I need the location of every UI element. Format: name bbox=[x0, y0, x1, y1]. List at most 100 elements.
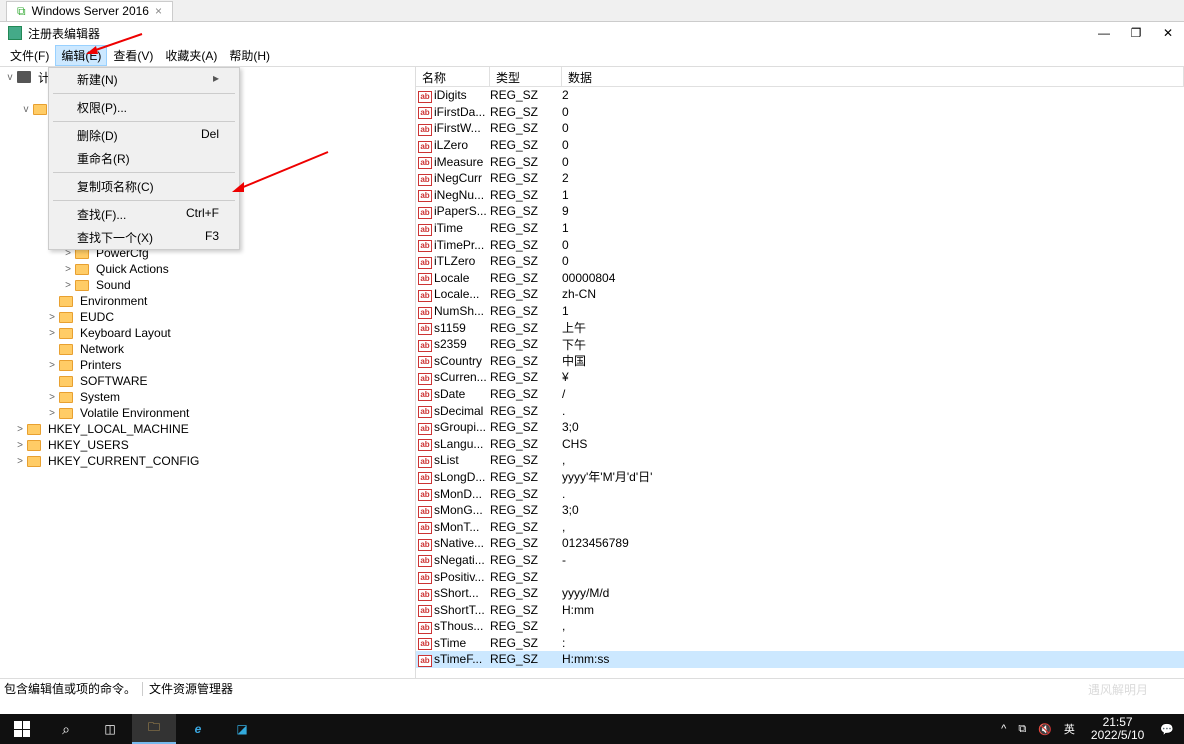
taskbar-clock[interactable]: 21:57 2022/5/10 bbox=[1081, 716, 1154, 742]
tree-item[interactable]: >Sound bbox=[0, 277, 415, 293]
expand-icon[interactable]: > bbox=[46, 408, 58, 419]
list-row[interactable]: abs2359REG_SZ下午 bbox=[416, 336, 1184, 353]
list-row[interactable]: absCountryREG_SZ中国 bbox=[416, 353, 1184, 370]
tree-item[interactable]: > Volatile Environment bbox=[0, 405, 415, 421]
tree-item[interactable]: >HKEY_CURRENT_CONFIG bbox=[0, 453, 415, 469]
list-row[interactable]: abiTLZeroREG_SZ0 bbox=[416, 253, 1184, 270]
list-row[interactable]: absMonT...REG_SZ, bbox=[416, 518, 1184, 535]
menu-favorites[interactable]: 收藏夹(A) bbox=[159, 45, 223, 66]
menu-delete[interactable]: 删除(D) Del bbox=[49, 124, 239, 147]
tree-item[interactable]: >Printers bbox=[0, 357, 415, 373]
tree-item[interactable]: Environment bbox=[0, 293, 415, 309]
list-row[interactable]: absShort...REG_SZyyyy/M/d bbox=[416, 585, 1184, 602]
row-data: 2 bbox=[562, 171, 1184, 185]
menu-rename[interactable]: 重命名(R) bbox=[49, 147, 239, 170]
list-row[interactable]: abiTimeREG_SZ1 bbox=[416, 220, 1184, 237]
network-icon[interactable]: ⧉ bbox=[1012, 723, 1032, 736]
close-button[interactable]: ✕ bbox=[1160, 26, 1176, 40]
explorer-button[interactable]: 🗀 bbox=[132, 714, 176, 744]
tray-chevron-icon[interactable]: ^ bbox=[995, 723, 1012, 735]
list-row[interactable]: absGroupi...REG_SZ3;0 bbox=[416, 419, 1184, 436]
list-row[interactable]: absDecimalREG_SZ. bbox=[416, 402, 1184, 419]
collapse-icon[interactable]: v bbox=[4, 72, 16, 83]
menu-copy-keyname[interactable]: 复制项名称(C) bbox=[49, 175, 239, 198]
vm-tab[interactable]: ⧉ Windows Server 2016 × bbox=[6, 1, 173, 21]
menu-help[interactable]: 帮助(H) bbox=[223, 45, 276, 66]
string-icon: ab bbox=[416, 221, 434, 236]
list-row[interactable]: abiTimePr...REG_SZ0 bbox=[416, 236, 1184, 253]
search-button[interactable]: ⌕ bbox=[44, 714, 88, 744]
list-row[interactable]: abLocale...REG_SZzh-CN bbox=[416, 286, 1184, 303]
collapse-icon[interactable]: v bbox=[20, 104, 32, 115]
docker-button[interactable]: ◪ bbox=[220, 714, 264, 744]
list-row[interactable]: abiPaperS...REG_SZ9 bbox=[416, 203, 1184, 220]
list-row[interactable]: absMonD...REG_SZ. bbox=[416, 485, 1184, 502]
list-row[interactable]: absLongD...REG_SZyyyy'年'M'月'd'日' bbox=[416, 469, 1184, 486]
taskview-button[interactable]: ◫ bbox=[88, 714, 132, 744]
menu-new[interactable]: 新建(N) ▸ bbox=[49, 68, 239, 91]
list-row[interactable]: absCurren...REG_SZ¥ bbox=[416, 369, 1184, 386]
tree-item[interactable]: SOFTWARE bbox=[0, 373, 415, 389]
list-row[interactable]: abLocaleREG_SZ00000804 bbox=[416, 270, 1184, 287]
expand-icon[interactable]: > bbox=[14, 456, 26, 467]
tree-item[interactable]: >Keyboard Layout bbox=[0, 325, 415, 341]
row-data: 0 bbox=[562, 105, 1184, 119]
col-type-header[interactable]: 类型 bbox=[490, 67, 562, 86]
tree-item[interactable]: >System bbox=[0, 389, 415, 405]
menu-find[interactable]: 查找(F)... Ctrl+F bbox=[49, 203, 239, 226]
expand-icon[interactable]: > bbox=[46, 312, 58, 323]
col-data-header[interactable]: 数据 bbox=[562, 67, 1184, 86]
close-icon[interactable]: × bbox=[155, 4, 162, 18]
list-row[interactable]: absShortT...REG_SZH:mm bbox=[416, 601, 1184, 618]
menu-find-next[interactable]: 查找下一个(X) F3 bbox=[49, 226, 239, 249]
tree-label: HKEY_LOCAL_MACHINE bbox=[46, 422, 191, 436]
tree-item[interactable]: Network bbox=[0, 341, 415, 357]
list-row[interactable]: absNative...REG_SZ0123456789 bbox=[416, 535, 1184, 552]
list-row[interactable]: absPositiv...REG_SZ bbox=[416, 568, 1184, 585]
expand-icon[interactable]: > bbox=[14, 424, 26, 435]
tree-item[interactable]: >HKEY_USERS bbox=[0, 437, 415, 453]
list-row[interactable]: absThous...REG_SZ, bbox=[416, 618, 1184, 635]
ime-indicator[interactable]: 英 bbox=[1058, 721, 1081, 737]
regedit-icon bbox=[8, 26, 22, 40]
expand-icon[interactable]: > bbox=[46, 392, 58, 403]
minimize-button[interactable]: — bbox=[1096, 26, 1112, 40]
expand-icon[interactable]: > bbox=[46, 328, 58, 339]
window-titlebar: 注册表编辑器 — ❐ ✕ bbox=[0, 22, 1184, 44]
notification-icon[interactable]: 💬 bbox=[1154, 723, 1180, 736]
tree-item[interactable]: >EUDC bbox=[0, 309, 415, 325]
folder-icon bbox=[58, 390, 74, 404]
expand-icon[interactable]: > bbox=[62, 264, 74, 275]
list-row[interactable]: abiLZeroREG_SZ0 bbox=[416, 137, 1184, 154]
col-name-header[interactable]: 名称 bbox=[416, 67, 490, 86]
list-row[interactable]: abiFirstW...REG_SZ0 bbox=[416, 120, 1184, 137]
tree-item[interactable]: > HKEY_LOCAL_MACHINE bbox=[0, 421, 415, 437]
expand-icon[interactable]: > bbox=[46, 360, 58, 371]
volume-icon[interactable]: 🔇 bbox=[1032, 723, 1058, 736]
list-row[interactable]: abiFirstDa...REG_SZ0 bbox=[416, 104, 1184, 121]
list-row[interactable]: absNegati...REG_SZ- bbox=[416, 552, 1184, 569]
list-row[interactable]: abs1159REG_SZ上午 bbox=[416, 319, 1184, 336]
list-row[interactable]: absMonG...REG_SZ3;0 bbox=[416, 502, 1184, 519]
row-type: REG_SZ bbox=[490, 553, 562, 567]
tree-item[interactable]: >Quick Actions bbox=[0, 261, 415, 277]
list-row[interactable]: absDateREG_SZ/ bbox=[416, 386, 1184, 403]
ie-button[interactable]: e bbox=[176, 714, 220, 744]
list-row[interactable]: absLangu...REG_SZCHS bbox=[416, 435, 1184, 452]
row-data: CHS bbox=[562, 437, 1184, 451]
list-row[interactable]: abiNegCurrREG_SZ2 bbox=[416, 170, 1184, 187]
menu-permissions[interactable]: 权限(P)... bbox=[49, 96, 239, 119]
list-row[interactable]: abiNegNu...REG_SZ1 bbox=[416, 187, 1184, 204]
list-row[interactable]: abNumSh...REG_SZ1 bbox=[416, 303, 1184, 320]
list-row[interactable]: absTimeF...REG_SZH:mm:ss bbox=[416, 651, 1184, 668]
tree-label: Volatile Environment bbox=[78, 406, 191, 420]
expand-icon[interactable]: > bbox=[62, 280, 74, 291]
maximize-button[interactable]: ❐ bbox=[1128, 26, 1144, 40]
list-row[interactable]: absListREG_SZ, bbox=[416, 452, 1184, 469]
list-row[interactable]: absTimeREG_SZ: bbox=[416, 635, 1184, 652]
expand-icon[interactable]: > bbox=[14, 440, 26, 451]
list-row[interactable]: abiDigitsREG_SZ2 bbox=[416, 87, 1184, 104]
list-row[interactable]: abiMeasureREG_SZ0 bbox=[416, 153, 1184, 170]
menu-file[interactable]: 文件(F) bbox=[4, 45, 55, 66]
start-button[interactable] bbox=[0, 714, 44, 744]
